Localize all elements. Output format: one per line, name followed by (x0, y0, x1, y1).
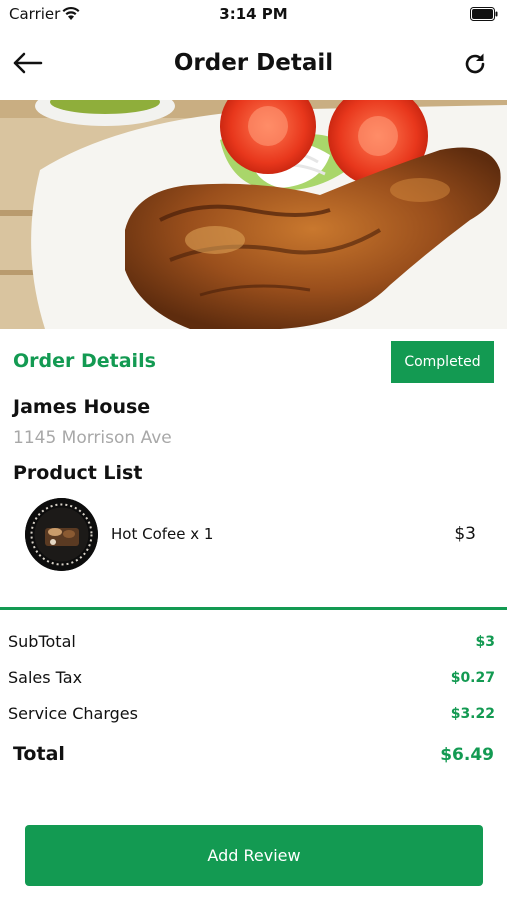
service-charges-value: $3.22 (450, 706, 495, 722)
battery-icon (470, 7, 498, 21)
status-bar: Carrier 3:14 PM (0, 0, 507, 30)
sales-tax-label: Sales Tax (8, 668, 83, 687)
order-hero-image (0, 100, 507, 329)
refresh-icon[interactable] (461, 50, 489, 78)
order-details-title: Order Details (13, 350, 156, 372)
product-list-item: Hot Cofee x 1 $3 (0, 494, 507, 576)
sales-tax-value: $0.27 (450, 670, 495, 686)
product-price: $3 (454, 524, 476, 544)
page-title: Order Detail (173, 50, 334, 76)
customer-name: James House (13, 396, 151, 418)
chicken-photo (0, 100, 507, 329)
summary-divider (0, 607, 507, 610)
customer-address: 1145 Morrison Ave (13, 428, 172, 448)
subtotal-value: $3 (475, 634, 495, 650)
product-list-title: Product List (13, 462, 143, 484)
product-name: Hot Cofee x 1 (111, 525, 214, 543)
status-badge: Completed (391, 341, 494, 383)
service-charges-label: Service Charges (8, 704, 138, 723)
add-review-button[interactable]: Add Review (25, 825, 483, 886)
total-label: Total (13, 743, 65, 765)
nav-bar: Order Detail (0, 30, 507, 100)
coffee-thumbnail-icon (25, 498, 98, 571)
subtotal-label: SubTotal (8, 632, 76, 651)
total-value: $6.49 (440, 745, 494, 765)
status-time: 3:14 PM (219, 5, 288, 23)
